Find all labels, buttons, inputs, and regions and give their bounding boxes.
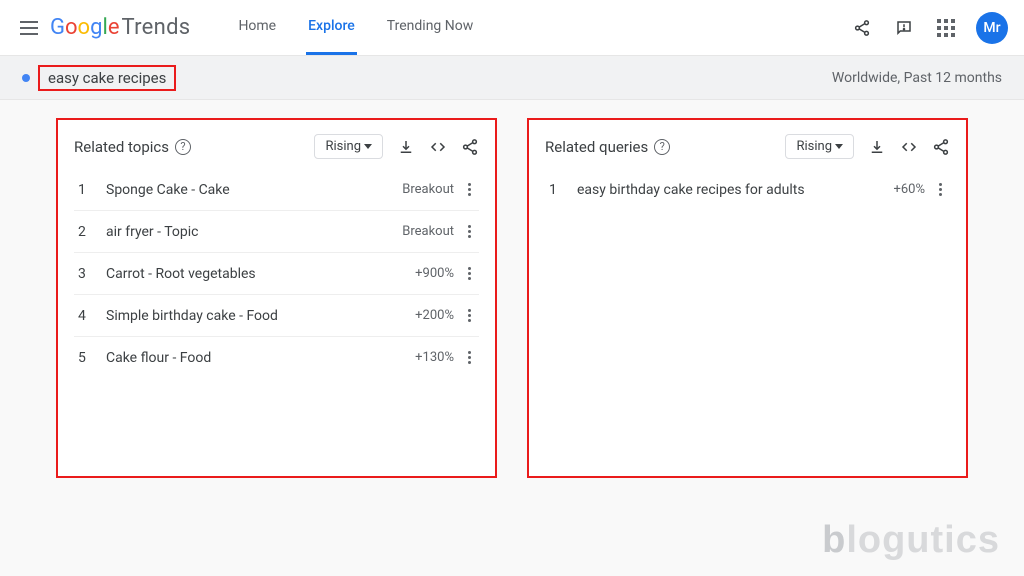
download-icon[interactable] [397,138,415,156]
nav-explore[interactable]: Explore [306,0,357,55]
row-label: Carrot - Root vegetables [106,266,256,282]
avatar[interactable]: Mr [976,12,1008,44]
row-rank: 3 [78,266,90,282]
row-value: Breakout [402,224,454,239]
chevron-down-icon [835,144,843,149]
feedback-icon[interactable] [892,16,916,40]
related-queries-title: Related queries [545,138,648,156]
chevron-down-icon [364,144,372,149]
more-icon[interactable] [464,181,475,198]
nav-trending-now[interactable]: Trending Now [385,0,475,55]
share-icon[interactable] [932,138,950,156]
row-rank: 1 [549,182,561,198]
embed-icon[interactable] [429,138,447,156]
related-queries-card: Related queries ? Rising 1 easy birthday… [527,118,968,478]
table-row[interactable]: 3 Carrot - Root vegetables +900% [74,253,479,295]
row-value: Breakout [402,182,454,197]
related-topics-header: Related topics ? Rising [74,134,479,169]
nav-home[interactable]: Home [236,0,278,55]
row-label: Cake flour - Food [106,350,211,366]
embed-icon[interactable] [900,138,918,156]
sort-dropdown[interactable]: Rising [314,134,383,159]
more-icon[interactable] [935,181,946,198]
download-icon[interactable] [868,138,886,156]
context-label: Worldwide, Past 12 months [832,70,1002,86]
row-rank: 2 [78,224,90,240]
related-queries-header: Related queries ? Rising [545,134,950,169]
row-rank: 1 [78,182,90,198]
more-icon[interactable] [464,265,475,282]
related-topics-title: Related topics [74,138,169,156]
search-term[interactable]: easy cake recipes [38,65,176,91]
row-value: +900% [415,266,454,281]
row-label: Simple birthday cake - Food [106,308,278,324]
logo-trends-word: Trends [121,15,190,40]
row-value: +60% [893,182,925,197]
term-color-dot-icon [22,74,30,82]
row-label: easy birthday cake recipes for adults [577,182,805,198]
table-row[interactable]: 1 Sponge Cake - Cake Breakout [74,169,479,211]
share-icon[interactable] [850,16,874,40]
watermark: blogutics [822,519,1000,562]
top-header: Google Trends Home Explore Trending Now … [0,0,1024,56]
search-chip: easy cake recipes [22,65,176,91]
sort-dropdown[interactable]: Rising [785,134,854,159]
more-icon[interactable] [464,349,475,366]
row-rank: 4 [78,308,90,324]
help-icon[interactable]: ? [175,139,191,155]
more-icon[interactable] [464,307,475,324]
hamburger-menu-icon[interactable] [16,16,40,40]
help-icon[interactable]: ? [654,139,670,155]
row-label: air fryer - Topic [106,224,198,240]
related-topics-card: Related topics ? Rising 1 Sponge Cake - … [56,118,497,478]
table-row[interactable]: 2 air fryer - Topic Breakout [74,211,479,253]
row-label: Sponge Cake - Cake [106,182,230,198]
cards-wrapper: Related topics ? Rising 1 Sponge Cake - … [0,100,1024,496]
sub-header: easy cake recipes Worldwide, Past 12 mon… [0,56,1024,100]
sort-label: Rising [325,139,361,154]
table-row[interactable]: 1 easy birthday cake recipes for adults … [545,169,950,210]
row-value: +130% [415,350,454,365]
top-left: Google Trends Home Explore Trending Now [16,0,475,55]
share-icon[interactable] [461,138,479,156]
google-trends-logo[interactable]: Google Trends [50,15,190,40]
row-value: +200% [415,308,454,323]
more-icon[interactable] [464,223,475,240]
row-rank: 5 [78,350,90,366]
main-nav: Home Explore Trending Now [236,0,475,55]
google-apps-icon[interactable] [934,16,958,40]
top-right: Mr [850,12,1008,44]
table-row[interactable]: 5 Cake flour - Food +130% [74,337,479,378]
table-row[interactable]: 4 Simple birthday cake - Food +200% [74,295,479,337]
sort-label: Rising [796,139,832,154]
